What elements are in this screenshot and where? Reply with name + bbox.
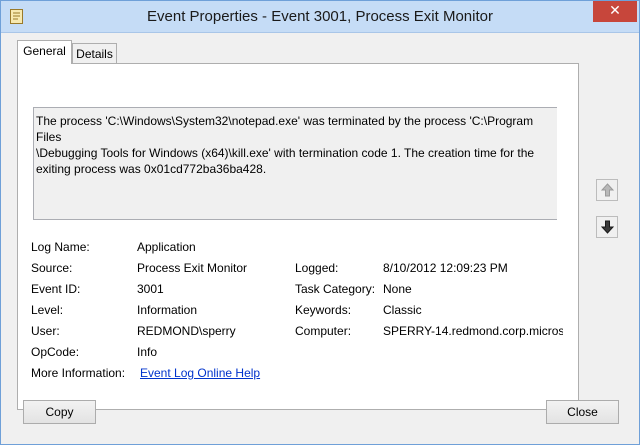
logged-label: Logged:: [295, 261, 339, 275]
close-button[interactable]: Close: [546, 400, 619, 424]
source-value[interactable]: Process Exit Monitor: [137, 261, 247, 275]
opcode-value[interactable]: Info: [137, 345, 157, 359]
next-event-button[interactable]: [596, 216, 618, 238]
user-label: User:: [31, 324, 60, 338]
tab-general[interactable]: General: [17, 40, 72, 64]
keywords-label: Keywords:: [295, 303, 352, 317]
event-log-online-help-link[interactable]: Event Log Online Help: [140, 366, 260, 380]
title-bar[interactable]: Event Properties - Event 3001, Process E…: [1, 1, 639, 33]
level-label: Level:: [31, 303, 64, 317]
task-category-value[interactable]: None: [383, 282, 412, 296]
source-label: Source:: [31, 261, 73, 275]
log-name-label: Log Name:: [31, 240, 90, 254]
opcode-label: OpCode:: [31, 345, 80, 359]
keywords-value[interactable]: Classic: [383, 303, 422, 317]
event-id-value[interactable]: 3001: [137, 282, 164, 296]
more-information-label: More Information:: [31, 366, 126, 380]
log-name-value[interactable]: Application: [137, 240, 196, 254]
previous-event-button[interactable]: [596, 179, 618, 201]
task-category-label: Task Category:: [295, 282, 376, 296]
close-window-button[interactable]: ✕: [593, 1, 637, 22]
logged-value[interactable]: 8/10/2012 12:09:23 PM: [383, 261, 508, 275]
window-title: Event Properties - Event 3001, Process E…: [147, 8, 493, 25]
dialog-client: General Details The process 'C:\Windows\…: [1, 33, 639, 444]
close-icon: ✕: [609, 3, 621, 19]
event-properties-dialog: Event Properties - Event 3001, Process E…: [0, 0, 640, 445]
event-description[interactable]: The process 'C:\Windows\System32\notepad…: [33, 107, 557, 220]
tab-details[interactable]: Details: [72, 43, 117, 64]
level-value[interactable]: Information: [137, 303, 197, 317]
user-value[interactable]: REDMOND\sperry: [137, 324, 236, 338]
copy-button[interactable]: Copy: [23, 400, 96, 424]
computer-value[interactable]: SPERRY-14.redmond.corp.microso: [383, 324, 563, 338]
event-id-label: Event ID:: [31, 282, 81, 296]
general-tab-panel: The process 'C:\Windows\System32\notepad…: [17, 63, 579, 410]
computer-label: Computer:: [295, 324, 352, 338]
